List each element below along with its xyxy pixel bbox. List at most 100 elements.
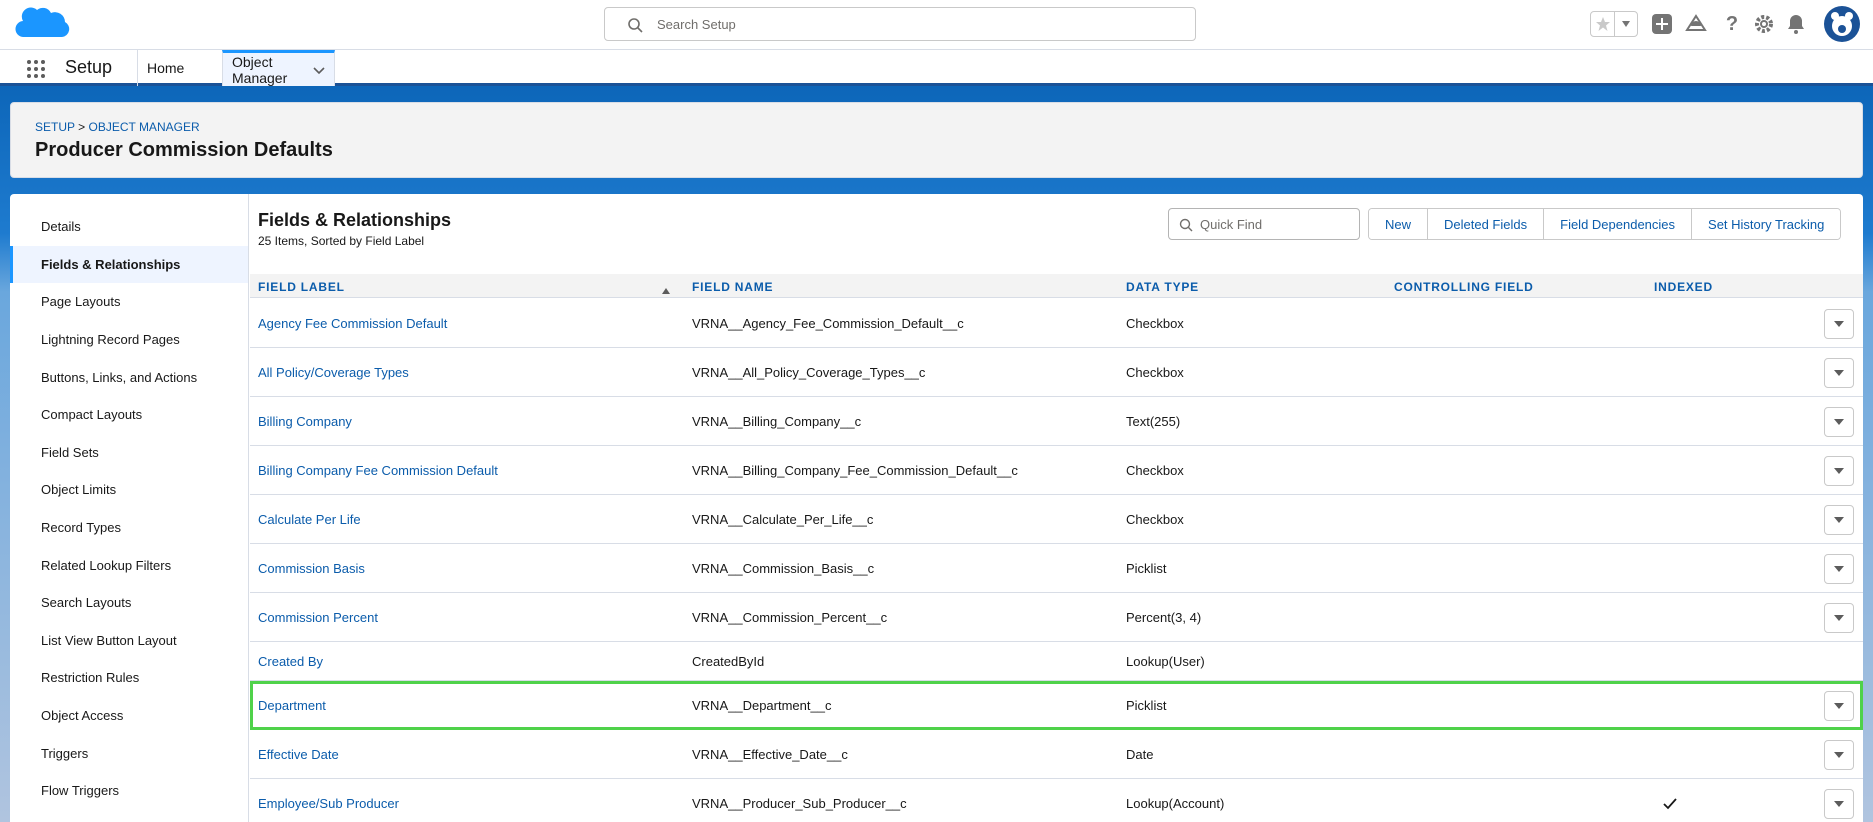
section-title: Fields & Relationships	[258, 210, 452, 230]
chevron-down-icon	[1834, 610, 1844, 625]
field-label-link[interactable]: Commission Percent	[258, 610, 378, 625]
field-api-name: VRNA__Agency_Fee_Commission_Default__c	[692, 315, 964, 331]
sidebar-item-search-layouts[interactable]: Search Layouts	[10, 584, 248, 622]
action-button-group: New Deleted Fields Field Dependencies Se…	[1368, 208, 1842, 240]
row-actions-button[interactable]	[1824, 308, 1854, 339]
table-row: Department VRNA__Department__c Picklist	[250, 681, 1863, 730]
row-actions-button[interactable]	[1824, 406, 1854, 437]
checkmark-icon	[1662, 796, 1678, 812]
column-header-indexed[interactable]: INDEXED	[1654, 280, 1713, 294]
column-header-data-type[interactable]: DATA TYPE	[1126, 280, 1199, 294]
field-label-link[interactable]: Department	[258, 698, 326, 713]
column-header-field-name[interactable]: FIELD NAME	[692, 280, 773, 294]
tab-object-manager[interactable]: Object Manager	[222, 50, 335, 86]
app-launcher-icon[interactable]	[26, 59, 46, 79]
chevron-down-icon	[1834, 512, 1844, 527]
field-api-name: VRNA__All_Policy_Coverage_Types__c	[692, 364, 926, 380]
field-api-name: VRNA__Commission_Percent__c	[692, 609, 888, 625]
field-label-link[interactable]: All Policy/Coverage Types	[258, 365, 409, 380]
sidebar-item-label: List View Button Layout	[41, 632, 177, 648]
row-actions-button[interactable]	[1824, 357, 1854, 388]
chevron-down-icon	[1834, 463, 1844, 478]
field-label-link[interactable]: Effective Date	[258, 747, 339, 762]
field-api-name: CreatedById	[692, 653, 765, 669]
field-label-link[interactable]: Created By	[258, 654, 323, 669]
field-api-name: VRNA__Commission_Basis__c	[692, 560, 875, 576]
table-row: Employee/Sub Producer VRNA__Producer_Sub_…	[250, 779, 1863, 822]
breadcrumb-object-manager[interactable]: OBJECT MANAGER	[88, 120, 199, 134]
field-dependencies-button[interactable]: Field Dependencies	[1544, 209, 1693, 239]
sidebar-item-buttons-links-actions[interactable]: Buttons, Links, and Actions	[10, 358, 248, 396]
new-button[interactable]: New	[1369, 209, 1429, 239]
sidebar-item-list-view-button-layout[interactable]: List View Button Layout	[10, 622, 248, 660]
breadcrumb-setup[interactable]: SETUP	[35, 120, 75, 134]
set-history-tracking-button[interactable]: Set History Tracking	[1692, 209, 1841, 239]
field-data-type: Picklist	[1126, 697, 1167, 713]
search-placeholder: Search Setup	[657, 17, 736, 32]
gear-icon[interactable]	[1752, 12, 1776, 36]
table-row: Commission Basis VRNA__Commission_Basis__…	[250, 544, 1863, 593]
bell-icon[interactable]	[1784, 12, 1808, 36]
breadcrumb: SETUP > OBJECT MANAGER	[35, 120, 200, 134]
deleted-fields-button[interactable]: Deleted Fields	[1428, 209, 1545, 239]
global-search-input[interactable]: Search Setup	[604, 7, 1196, 41]
field-api-name: VRNA__Calculate_Per_Life__c	[692, 511, 874, 527]
row-actions-button[interactable]	[1824, 739, 1854, 770]
field-label-link[interactable]: Billing Company Fee Commission Default	[258, 463, 498, 478]
table-row: Billing Company Fee Commission Default VR…	[250, 446, 1863, 495]
favorites-group	[1590, 11, 1638, 37]
sidebar-item-record-types[interactable]: Record Types	[10, 509, 248, 547]
sidebar-item-page-layouts[interactable]: Page Layouts	[10, 283, 248, 321]
help-icon[interactable]: ?	[1720, 12, 1744, 36]
sidebar-item-fields-relationships[interactable]: Fields & Relationships	[10, 245, 248, 284]
row-actions-button[interactable]	[1824, 690, 1854, 721]
quick-find-input[interactable]: Quick Find	[1168, 208, 1360, 240]
sidebar-item-triggers[interactable]: Triggers	[10, 734, 248, 772]
chevron-down-icon[interactable]	[313, 62, 325, 78]
star-icon[interactable]	[1591, 12, 1615, 36]
sidebar-item-compact-layouts[interactable]: Compact Layouts	[10, 396, 248, 434]
sidebar-item-lightning-record-pages[interactable]: Lightning Record Pages	[10, 321, 248, 359]
field-label-link[interactable]: Billing Company	[258, 414, 352, 429]
sidebar-item-restriction-rules[interactable]: Restriction Rules	[10, 659, 248, 697]
tab-home-label: Home	[147, 60, 185, 76]
sidebar-item-object-limits[interactable]: Object Limits	[10, 471, 248, 509]
field-label-link[interactable]: Employee/Sub Producer	[258, 796, 399, 811]
chevron-down-icon[interactable]	[1615, 12, 1637, 36]
sort-ascending-icon[interactable]	[662, 282, 670, 294]
chevron-down-icon	[1834, 796, 1844, 811]
row-actions-button[interactable]	[1824, 553, 1854, 584]
row-actions-button[interactable]	[1824, 504, 1854, 535]
row-actions-button[interactable]	[1824, 602, 1854, 633]
app-name: Setup	[65, 57, 113, 77]
avatar[interactable]	[1824, 6, 1860, 42]
field-api-name: VRNA__Billing_Company_Fee_Commission_Def…	[692, 462, 1018, 478]
row-actions-button[interactable]	[1824, 455, 1854, 486]
table-row: Calculate Per Life VRNA__Calculate_Per_Li…	[250, 495, 1863, 544]
field-data-type: Date	[1126, 746, 1154, 762]
sidebar-item-field-sets[interactable]: Field Sets	[10, 434, 248, 472]
sidebar-item-details[interactable]: Details	[10, 208, 248, 246]
sidebar-item-label: Object Access	[41, 708, 124, 724]
chevron-down-icon	[1834, 561, 1844, 576]
field-data-type: Picklist	[1126, 560, 1167, 576]
field-label-link[interactable]: Commission Basis	[258, 561, 365, 576]
salesforce-cloud-logo[interactable]	[12, 4, 72, 46]
column-header-controlling-field[interactable]: CONTROLLING FIELD	[1394, 280, 1534, 294]
column-header-field-label[interactable]: FIELD LABEL	[258, 280, 345, 294]
sidebar-item-related-lookup-filters[interactable]: Related Lookup Filters	[10, 546, 248, 584]
trailhead-icon[interactable]	[1684, 12, 1708, 36]
field-data-type: Lookup(User)	[1126, 653, 1205, 669]
field-data-type: Checkbox	[1126, 511, 1184, 527]
sidebar: Details Fields & Relationships Page Layo…	[10, 194, 249, 822]
global-header: Search Setup ?	[0, 0, 1873, 50]
tab-home[interactable]: Home	[137, 50, 193, 86]
sidebar-item-flow-triggers[interactable]: Flow Triggers	[10, 772, 248, 810]
row-actions-button[interactable]	[1824, 788, 1854, 819]
field-label-link[interactable]: Agency Fee Commission Default	[258, 316, 447, 331]
field-label-link[interactable]: Calculate Per Life	[258, 512, 361, 527]
field-data-type: Checkbox	[1126, 364, 1184, 380]
sidebar-item-label: Lightning Record Pages	[41, 332, 180, 348]
add-icon[interactable]	[1650, 12, 1674, 36]
sidebar-item-object-access[interactable]: Object Access	[10, 697, 248, 735]
